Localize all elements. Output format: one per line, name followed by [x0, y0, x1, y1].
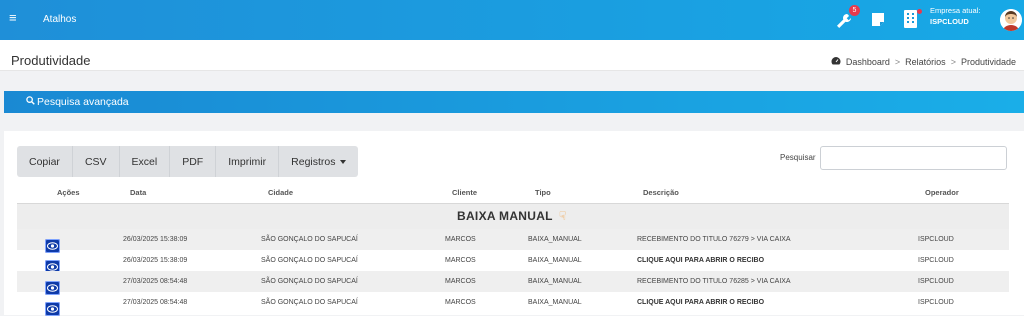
col-cliente[interactable]: Cliente [452, 188, 477, 197]
pdf-button[interactable]: PDF [170, 146, 217, 177]
advanced-search-bar[interactable]: Pesquisa avançada [4, 91, 1024, 113]
col-tipo[interactable]: Tipo [535, 188, 551, 197]
cell-tipo: BAIXA_MANUAL [528, 278, 582, 285]
breadcrumb-produtividade: Produtividade [960, 57, 1016, 67]
records-label: Registros [291, 155, 336, 168]
breadcrumb: Dashboard > Relatórios > Produtividade [831, 56, 1016, 68]
csv-button[interactable]: CSV [72, 146, 120, 177]
search-icon [26, 96, 35, 108]
cell-cliente: MARCOS [445, 236, 476, 243]
receipt-link[interactable]: CLIQUE AQUI PARA ABRIR O RECIBO [637, 299, 764, 306]
col-cidade[interactable]: Cidade [268, 188, 293, 197]
cell-operador: ISPCLOUD [918, 236, 954, 243]
dashboard-icon [831, 56, 841, 68]
top-navbar: ≡ Atalhos 5 Empresa atual: ISPCLOUD [0, 0, 1024, 40]
cell-operador: ISPCLOUD [918, 299, 954, 306]
cell-tipo: BAIXA_MANUAL [528, 257, 582, 264]
user-avatar[interactable] [1000, 9, 1022, 31]
caret-down-icon [339, 159, 346, 164]
building-icon[interactable] [904, 10, 917, 33]
col-operador[interactable]: Operador [925, 188, 959, 197]
cell-operador: ISPCLOUD [918, 257, 954, 264]
advanced-search-toggle[interactable]: Pesquisa avançada [26, 96, 129, 108]
group-row: BAIXA MANUAL ☟ [17, 203, 1009, 229]
excel-button[interactable]: Excel [119, 146, 171, 177]
breadcrumb-separator: > [894, 57, 901, 67]
table-row: 27/03/2025 08:54:48 SÃO GONÇALO DO SAPUC… [17, 292, 1009, 316]
company-alert-dot [917, 9, 922, 14]
pointing-hand-icon: ☟ [559, 209, 567, 223]
group-label: BAIXA MANUAL [457, 209, 553, 223]
report-panel: Copiar CSV Excel PDF Imprimir Registros … [4, 131, 1024, 316]
cell-tipo: BAIXA_MANUAL [528, 236, 582, 243]
cell-cidade: SÃO GONÇALO DO SAPUCAÍ [261, 236, 358, 243]
breadcrumb-separator: > [950, 57, 956, 67]
hamburger-icon[interactable]: ≡ [9, 11, 17, 25]
advanced-search-label: Pesquisa avançada [37, 96, 129, 108]
view-icon[interactable] [45, 302, 60, 316]
cell-descricao: RECEBIMENTO DO TITULO 76285 > VIA CAIXA [637, 278, 791, 285]
company-value[interactable]: ISPCLOUD [930, 17, 969, 26]
export-button-group: Copiar CSV Excel PDF Imprimir Registros [17, 146, 358, 177]
table-row: 26/03/2025 15:38:09 SÃO GONÇALO DO SAPUC… [17, 250, 1009, 274]
company-label: Empresa atual: [930, 6, 981, 15]
cell-cidade: SÃO GONÇALO DO SAPUCAÍ [261, 257, 358, 264]
breadcrumb-dashboard[interactable]: Dashboard [846, 57, 890, 67]
table-row: 27/03/2025 08:54:48 SÃO GONÇALO DO SAPUC… [17, 271, 1009, 295]
shortcuts-link[interactable]: Atalhos [43, 14, 76, 25]
table-body: BAIXA MANUAL ☟ 26/03/2025 15:38:09 SÃO G… [17, 203, 1009, 316]
copy-button[interactable]: Copiar [17, 146, 73, 177]
page-title: Produtividade [11, 53, 91, 68]
cell-cliente: MARCOS [445, 299, 476, 306]
col-acoes[interactable]: Ações [57, 188, 80, 197]
cell-data: 27/03/2025 08:54:48 [123, 299, 188, 306]
search-label: Pesquisar [780, 153, 816, 162]
cell-data: 26/03/2025 15:38:09 [123, 257, 188, 264]
cell-descricao: RECEBIMENTO DO TITULO 76279 > VIA CAIXA [637, 236, 791, 243]
print-button[interactable]: Imprimir [216, 146, 280, 177]
receipt-link[interactable]: CLIQUE AQUI PARA ABRIR O RECIBO [637, 257, 764, 264]
cell-data: 26/03/2025 15:38:09 [123, 236, 188, 243]
table-header: Ações Data Cidade Cliente Tipo Descrição… [17, 184, 1009, 200]
page-header: Produtividade Dashboard > Relatórios > P… [0, 40, 1024, 71]
records-dropdown[interactable]: Registros [279, 146, 358, 177]
cell-data: 27/03/2025 08:54:48 [123, 278, 188, 285]
sticky-note-icon[interactable] [871, 12, 885, 32]
cell-cidade: SÃO GONÇALO DO SAPUCAÍ [261, 299, 358, 306]
cell-tipo: BAIXA_MANUAL [528, 299, 582, 306]
breadcrumb-relatorios[interactable]: Relatórios [905, 57, 946, 67]
cell-cliente: MARCOS [445, 257, 476, 264]
cell-cidade: SÃO GONÇALO DO SAPUCAÍ [261, 278, 358, 285]
col-data[interactable]: Data [130, 188, 146, 197]
notifications-badge: 5 [849, 5, 860, 16]
col-descricao[interactable]: Descrição [643, 188, 679, 197]
search-input[interactable] [820, 146, 1007, 170]
table-row: 26/03/2025 15:38:09 SÃO GONÇALO DO SAPUC… [17, 229, 1009, 253]
cell-cliente: MARCOS [445, 278, 476, 285]
cell-operador: ISPCLOUD [918, 278, 954, 285]
